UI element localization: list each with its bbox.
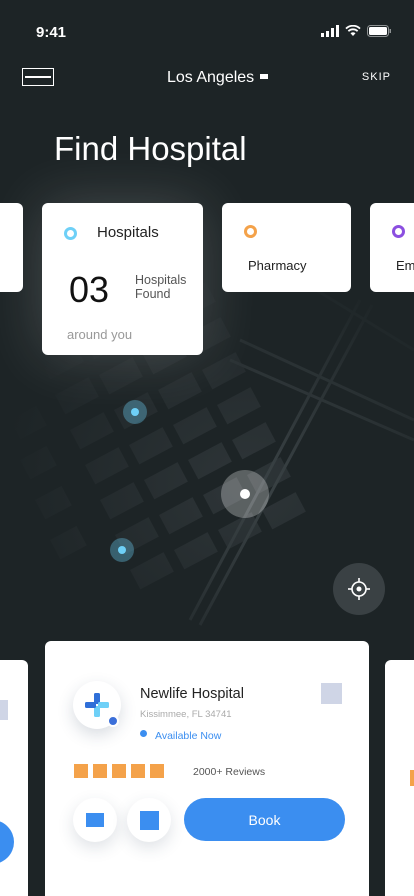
category-card-hospitals[interactable]: Hospitals 03 Hospitals Found around you — [42, 203, 203, 355]
book-button-partial — [0, 820, 14, 864]
book-button[interactable]: Book — [184, 798, 345, 841]
pharmacy-dot-icon — [244, 225, 257, 238]
hospitals-count: 03 — [69, 269, 110, 310]
category-label: Pharmacy — [248, 258, 307, 273]
battery-icon — [367, 25, 391, 37]
hospital-card-partial-right[interactable] — [385, 660, 414, 896]
page-title: Find Hospital — [54, 130, 247, 167]
hospital-name: Newlife Hospital — [140, 686, 244, 702]
wifi-icon — [345, 25, 361, 36]
star-icon — [74, 764, 88, 778]
hospital-card-partial-left[interactable] — [0, 660, 28, 896]
rating-stars — [74, 764, 164, 778]
locate-me-button[interactable] — [333, 563, 385, 615]
status-icons — [321, 25, 392, 37]
map-marker-current-location[interactable] — [221, 470, 269, 518]
hospitals-dot-icon — [64, 227, 77, 240]
status-bar: 9:41 — [0, 0, 414, 50]
star-icon — [112, 764, 126, 778]
status-time: 9:41 — [36, 24, 67, 41]
category-card-emergency[interactable]: Emergency — [370, 203, 414, 292]
skip-button[interactable]: SKIP — [362, 71, 391, 83]
emergency-dot-icon — [392, 225, 405, 238]
hospitals-found-label: Hospitals Found — [135, 273, 187, 301]
signal-icon — [321, 25, 339, 37]
app-screen: 9:41 Los Angeles SKIP Find Hospital Hosp… — [0, 0, 414, 896]
hospital-address: Kissimmee, FL 34741 — [140, 709, 232, 720]
hospital-card[interactable]: Newlife Hospital Kissimmee, FL 34741 Ava… — [45, 641, 369, 896]
locate-icon — [348, 578, 370, 600]
category-label: Hospitals — [97, 224, 159, 241]
header: Los Angeles SKIP — [0, 60, 414, 96]
map-marker-hospital[interactable] — [123, 400, 147, 424]
medical-cross-icon — [85, 693, 109, 717]
category-subtitle: around you — [67, 327, 133, 342]
favorite-icon[interactable] — [321, 683, 342, 704]
star-icon — [93, 764, 107, 778]
directions-icon — [139, 810, 159, 830]
star-icon — [150, 764, 164, 778]
availability-dot-icon — [140, 730, 147, 737]
phone-icon — [86, 813, 104, 827]
category-card-pharmacy[interactable]: Pharmacy — [222, 203, 351, 292]
star-icon — [131, 764, 145, 778]
category-label: Emergency — [396, 258, 414, 273]
verified-badge-icon — [107, 715, 119, 727]
chevron-down-icon[interactable] — [260, 74, 268, 79]
availability-status: Available Now — [155, 730, 222, 742]
location-selector[interactable]: Los Angeles — [167, 69, 254, 87]
reviews-count: 2000+ Reviews — [193, 766, 266, 778]
call-button[interactable] — [73, 798, 117, 842]
category-card-partial[interactable] — [0, 203, 23, 292]
star-icon — [410, 770, 414, 786]
favorite-icon — [0, 700, 8, 720]
map-marker-hospital[interactable] — [110, 538, 134, 562]
back-arrow-icon[interactable] — [22, 68, 54, 86]
directions-button[interactable] — [127, 798, 171, 842]
